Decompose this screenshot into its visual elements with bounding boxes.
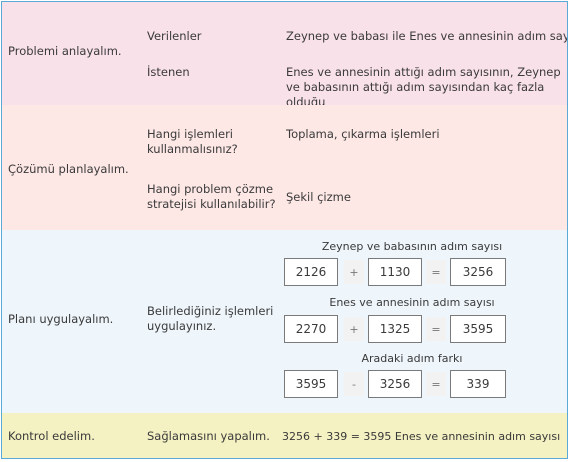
- row-understand: Problemi anlayalım. Verilenler Zeynep ve…: [2, 2, 567, 105]
- operand-box: 2270: [284, 315, 338, 343]
- step-label: Kontrol edelim.: [8, 429, 95, 443]
- operand-box: 2126: [284, 258, 338, 286]
- question-label: Verilenler: [147, 29, 202, 43]
- row-check: Kontrol edelim. Sağlamasını yapalım. 325…: [2, 413, 567, 458]
- equation-heading: Zeynep ve babasının adım sayısı: [321, 240, 503, 253]
- answer-text: Enes ve annesinin attığı adım sayısının,…: [286, 65, 561, 105]
- row-apply: Planı uygulayalım. Belirlediğiniz işleml…: [2, 230, 567, 413]
- minus-sign: -: [344, 372, 364, 396]
- question-label: İstenen: [147, 65, 190, 79]
- question-label: Hangi işlemleri kullanmalısınız?: [147, 127, 238, 156]
- step-label: Çözümü planlayalım.: [8, 162, 129, 176]
- answer-text: Şekil çizme: [286, 190, 351, 204]
- plus-sign: +: [344, 260, 364, 284]
- problem-solving-table: Problemi anlayalım. Verilenler Zeynep ve…: [1, 1, 568, 459]
- equals-sign: =: [426, 260, 446, 284]
- equals-sign: =: [426, 372, 446, 396]
- equation-heading: Aradaki adım farkı: [361, 352, 463, 365]
- plus-sign: +: [344, 317, 364, 341]
- step-label: Problemi anlayalım.: [8, 44, 122, 58]
- step-label: Planı uygulayalım.: [8, 312, 114, 326]
- result-box: 339: [450, 370, 506, 398]
- equals-sign: =: [426, 317, 446, 341]
- operand-box: 1325: [368, 315, 422, 343]
- question-label: Belirlediğiniz işlemleri uygulayınız.: [147, 304, 274, 333]
- answer-text: 3256 + 339 = 3595 Enes ve annesinin adım…: [282, 430, 561, 443]
- answer-text: Zeynep ve babası ile Enes ve annesinin a…: [286, 29, 567, 43]
- operand-box: 3256: [368, 370, 422, 398]
- operand-box: 3595: [284, 370, 338, 398]
- row-plan: Çözümü planlayalım. Hangi işlemleri kull…: [2, 105, 567, 230]
- equation-heading: Enes ve annesinin adım sayısı: [329, 296, 495, 309]
- operand-box: 1130: [368, 258, 422, 286]
- question-label: Hangi problem çözme stratejisi kullanıla…: [147, 182, 276, 211]
- question-label: Sağlamasını yapalım.: [147, 429, 270, 443]
- answer-text: Toplama, çıkarma işlemleri: [286, 127, 440, 141]
- result-box: 3256: [450, 258, 506, 286]
- result-box: 3595: [450, 315, 506, 343]
